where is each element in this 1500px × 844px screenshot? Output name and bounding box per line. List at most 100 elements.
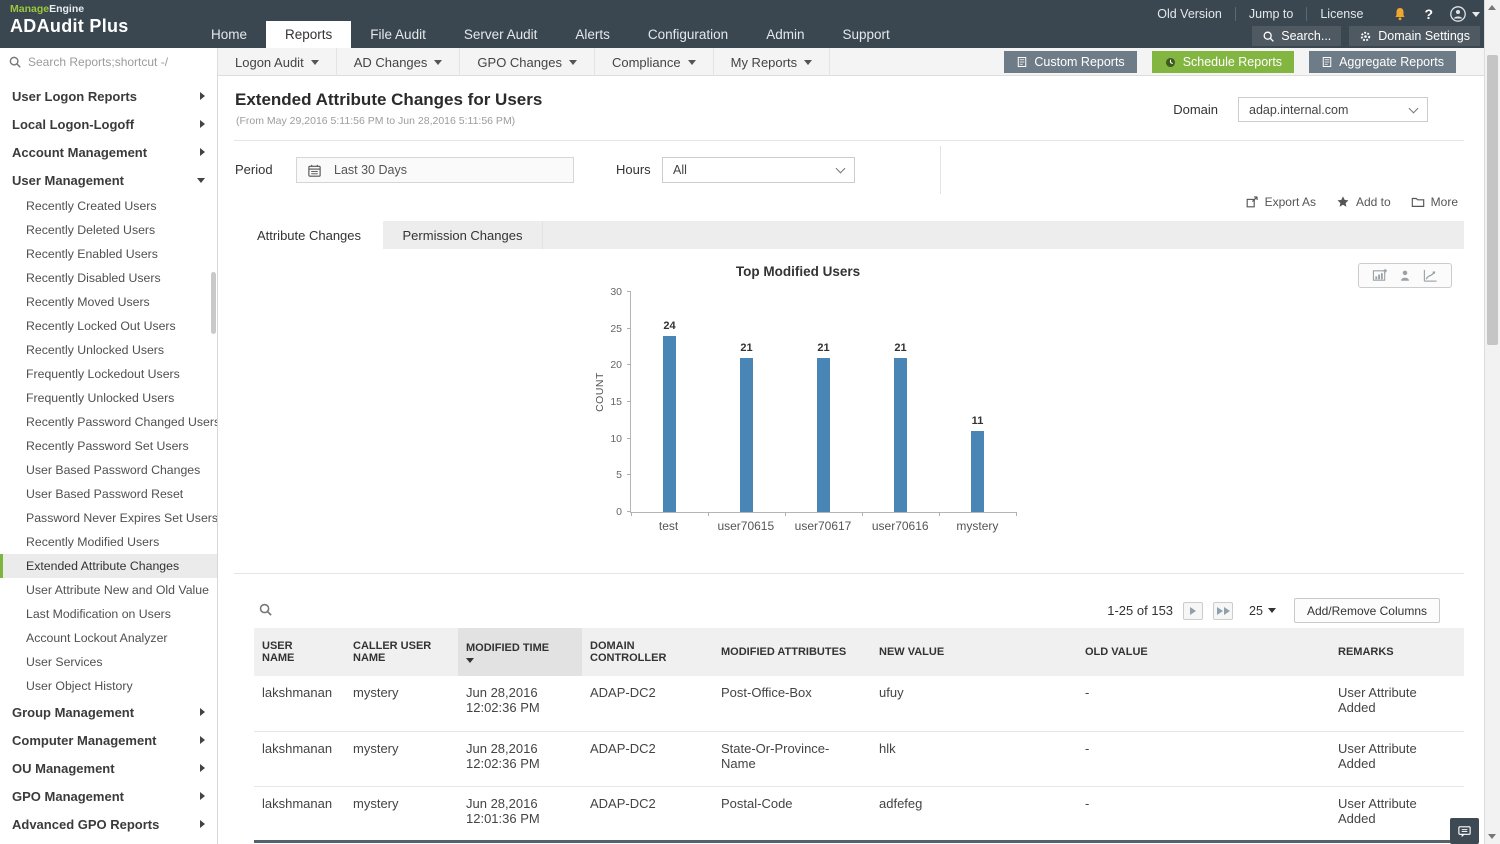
sidebar-group-gpo-management[interactable]: GPO Management xyxy=(0,782,217,810)
sidebar-item-user-object-history[interactable]: User Object History xyxy=(0,674,217,698)
col-domain-controller[interactable]: DOMAIN CONTROLLER xyxy=(582,628,713,676)
nav-file-audit[interactable]: File Audit xyxy=(351,21,445,48)
folder-icon xyxy=(1411,195,1425,209)
nav-admin[interactable]: Admin xyxy=(747,21,823,48)
schedule-reports-button[interactable]: Schedule Reports xyxy=(1152,51,1294,73)
hours-select[interactable]: All xyxy=(662,157,855,183)
add-remove-columns-button[interactable]: Add/Remove Columns xyxy=(1294,598,1440,623)
tab-attribute-changes[interactable]: Attribute Changes xyxy=(235,221,383,249)
chart-plot: 0510152025302421212111 xyxy=(630,292,1016,513)
chart-y-tick: 30 xyxy=(610,286,622,298)
nav-reports[interactable]: Reports xyxy=(266,21,351,48)
period-field[interactable]: Last 30 Days xyxy=(296,157,574,183)
chart-tick-mark xyxy=(785,512,786,516)
sidebar-item-user-services[interactable]: User Services xyxy=(0,650,217,674)
sidebar-group-advanced-gpo-reports[interactable]: Advanced GPO Reports xyxy=(0,810,217,838)
sidebar-group-user-management[interactable]: User Management xyxy=(0,166,217,194)
chevron-down-icon xyxy=(836,164,846,174)
menu-gpo-changes[interactable]: GPO Changes xyxy=(460,48,595,76)
sidebar-item-recently-created-users[interactable]: Recently Created Users xyxy=(0,194,217,218)
search-icon xyxy=(8,55,22,69)
nav-support[interactable]: Support xyxy=(823,21,908,48)
col-new-value[interactable]: NEW VALUE xyxy=(871,628,1077,676)
sidebar-item-recently-moved-users[interactable]: Recently Moved Users xyxy=(0,290,217,314)
sidebar-group-other-ad-objects[interactable]: Other AD Objects Changes xyxy=(0,838,217,844)
scroll-up-icon[interactable] xyxy=(1488,5,1496,10)
user-chart-icon[interactable] xyxy=(1398,268,1412,283)
sidebar-scrollbar-thumb[interactable] xyxy=(211,272,216,334)
sidebar-item-frequently-lockedout-users[interactable]: Frequently Lockedout Users xyxy=(0,362,217,386)
gear-icon xyxy=(1359,30,1372,43)
report-search-input[interactable] xyxy=(28,55,209,69)
help-icon[interactable]: ? xyxy=(1424,6,1433,22)
feedback-button[interactable] xyxy=(1450,818,1479,844)
next-page-button[interactable] xyxy=(1183,602,1203,620)
domain-select[interactable]: adap.internal.com xyxy=(1238,97,1428,122)
menu-logon-audit[interactable]: Logon Audit xyxy=(218,48,337,76)
sidebar-item-password-never-expires-set-users[interactable]: Password Never Expires Set Users xyxy=(0,506,217,530)
sidebar-item-user-attribute-new-and-old-value[interactable]: User Attribute New and Old Value xyxy=(0,578,217,602)
sidebar-item-extended-attribute-changes[interactable]: Extended Attribute Changes xyxy=(0,554,217,578)
add-to-button[interactable]: Add to xyxy=(1336,195,1391,209)
nav-configuration[interactable]: Configuration xyxy=(629,21,747,48)
sidebar-group-user-logon-reports[interactable]: User Logon Reports xyxy=(0,82,217,110)
cell-new-value: ufuy xyxy=(871,676,1077,731)
sidebar-group-account-management[interactable]: Account Management xyxy=(0,138,217,166)
sidebar-item-last-modification-on-users[interactable]: Last Modification on Users xyxy=(0,602,217,626)
menu-ad-changes[interactable]: AD Changes xyxy=(337,48,461,76)
scrollbar-thumb[interactable] xyxy=(1487,55,1498,345)
export-as-button[interactable]: Export As xyxy=(1245,195,1316,209)
line-chart-refresh-icon[interactable] xyxy=(1422,268,1438,283)
sidebar-item-recently-password-changed-users[interactable]: Recently Password Changed Users xyxy=(0,410,217,434)
col-user-name[interactable]: USER NAME xyxy=(254,628,345,676)
sidebar-item-account-lockout-analyzer[interactable]: Account Lockout Analyzer xyxy=(0,626,217,650)
cell-remarks: User Attribute Added xyxy=(1330,731,1464,786)
page-scrollbar[interactable] xyxy=(1484,0,1500,844)
col-remarks[interactable]: REMARKS xyxy=(1330,628,1464,676)
aggregate-reports-button[interactable]: Aggregate Reports xyxy=(1309,51,1456,73)
sidebar-item-user-based-password-reset[interactable]: User Based Password Reset xyxy=(0,482,217,506)
sidebar-group-ou-management[interactable]: OU Management xyxy=(0,754,217,782)
old-version-link[interactable]: Old Version xyxy=(1144,7,1236,21)
license-link[interactable]: License xyxy=(1307,7,1376,21)
more-button[interactable]: More xyxy=(1411,195,1458,209)
tab-permission-changes[interactable]: Permission Changes xyxy=(383,221,543,249)
chevron-right-icon xyxy=(200,792,205,800)
caret-down-icon xyxy=(1268,608,1276,613)
sidebar-item-recently-password-set-users[interactable]: Recently Password Set Users xyxy=(0,434,217,458)
sidebar-item-user-based-password-changes[interactable]: User Based Password Changes xyxy=(0,458,217,482)
col-modified-attributes[interactable]: MODIFIED ATTRIBUTES xyxy=(713,628,871,676)
col-old-value[interactable]: OLD VALUE xyxy=(1077,628,1330,676)
sidebar-item-recently-deleted-users[interactable]: Recently Deleted Users xyxy=(0,218,217,242)
col-caller-user-name[interactable]: CALLER USER NAME xyxy=(345,628,458,676)
table-search-icon[interactable] xyxy=(258,602,273,622)
nav-alerts[interactable]: Alerts xyxy=(556,21,629,48)
sidebar-item-recently-modified-users[interactable]: Recently Modified Users xyxy=(0,530,217,554)
chevron-right-icon xyxy=(200,148,205,156)
jump-to-link[interactable]: Jump to xyxy=(1236,7,1307,21)
domain-settings-button[interactable]: Domain Settings xyxy=(1349,26,1480,46)
nav-server-audit[interactable]: Server Audit xyxy=(445,21,557,48)
notification-bell-icon[interactable] xyxy=(1392,6,1408,22)
sidebar-item-recently-unlocked-users[interactable]: Recently Unlocked Users xyxy=(0,338,217,362)
sidebar-item-recently-locked-out-users[interactable]: Recently Locked Out Users xyxy=(0,314,217,338)
sidebar-item-recently-disabled-users[interactable]: Recently Disabled Users xyxy=(0,266,217,290)
sidebar-group-computer-management[interactable]: Computer Management xyxy=(0,726,217,754)
custom-reports-button[interactable]: Custom Reports xyxy=(1004,51,1136,73)
sidebar-item-frequently-unlocked-users[interactable]: Frequently Unlocked Users xyxy=(0,386,217,410)
sidebar-group-group-management[interactable]: Group Management xyxy=(0,698,217,726)
sidebar-item-recently-enabled-users[interactable]: Recently Enabled Users xyxy=(0,242,217,266)
last-page-button[interactable] xyxy=(1213,602,1233,620)
nav-home[interactable]: Home xyxy=(192,21,266,48)
chart-tick-mark xyxy=(631,512,632,516)
sidebar-group-local-logon-logoff[interactable]: Local Logon-Logoff xyxy=(0,110,217,138)
global-search-button[interactable]: Search... xyxy=(1252,26,1341,46)
menu-my-reports[interactable]: My Reports xyxy=(714,48,830,76)
caret-down-icon xyxy=(688,60,696,65)
page-size-select[interactable]: 25 xyxy=(1249,604,1276,618)
user-avatar-icon[interactable] xyxy=(1449,5,1480,23)
add-chart-icon[interactable] xyxy=(1372,268,1388,283)
menu-compliance[interactable]: Compliance xyxy=(595,48,714,76)
scroll-down-icon[interactable] xyxy=(1488,834,1496,839)
col-modified-time[interactable]: MODIFIED TIME xyxy=(458,628,582,676)
